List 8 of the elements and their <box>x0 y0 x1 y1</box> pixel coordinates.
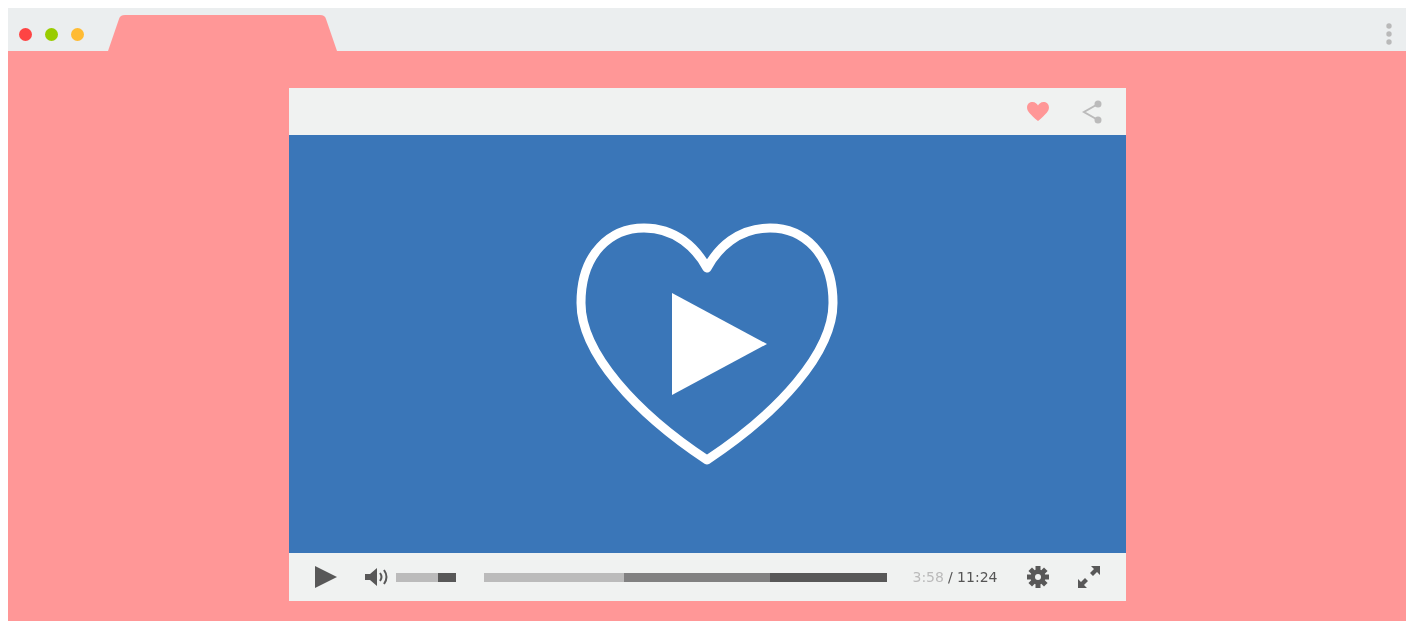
heart-play-icon[interactable] <box>576 223 838 465</box>
progress-bar[interactable] <box>483 572 887 582</box>
volume-slider[interactable] <box>395 572 456 582</box>
close-window-icon[interactable] <box>19 28 32 41</box>
play-icon[interactable] <box>314 566 337 588</box>
duration-time: / 11:24 <box>947 569 998 585</box>
fullscreen-icon[interactable] <box>1077 566 1100 588</box>
settings-icon[interactable] <box>1026 566 1049 588</box>
